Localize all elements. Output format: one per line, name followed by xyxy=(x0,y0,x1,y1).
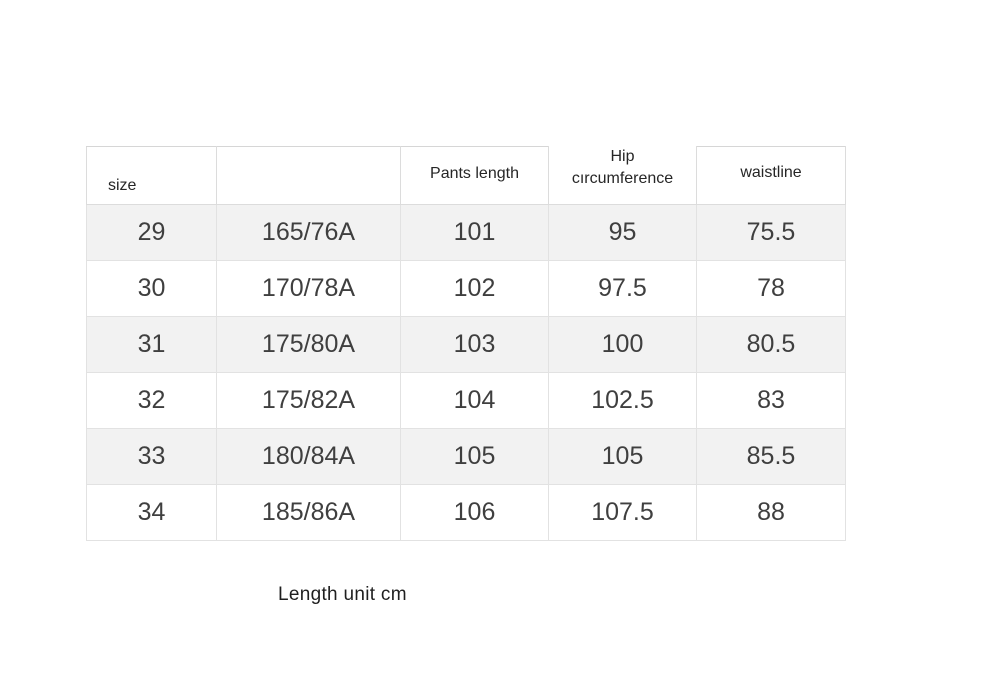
table-body: 29 165/76A 101 95 75.5 30 170/78A 102 97… xyxy=(86,204,846,541)
cell-pants-length: 104 xyxy=(400,372,549,429)
cell-height-weight: 185/86A xyxy=(216,484,401,541)
cell-waistline: 85.5 xyxy=(696,428,846,485)
cell-height-weight: 170/78A xyxy=(216,260,401,317)
cell-hip-circumference: 95 xyxy=(548,204,697,261)
cell-height-weight: 180/84A xyxy=(216,428,401,485)
cell-size: 32 xyxy=(86,372,217,429)
cell-pants-length: 102 xyxy=(400,260,549,317)
cell-waistline: 83 xyxy=(696,372,846,429)
cell-pants-length: 101 xyxy=(400,204,549,261)
hip-header-line-2: cırcumference xyxy=(571,169,674,187)
cell-waistline: 80.5 xyxy=(696,316,846,373)
cell-waistline: 78 xyxy=(696,260,846,317)
table-row: 29 165/76A 101 95 75.5 xyxy=(86,204,846,261)
column-header-hip-circumference: Hip cırcumference xyxy=(548,146,697,205)
cell-hip-circumference: 100 xyxy=(548,316,697,373)
cell-hip-circumference: 105 xyxy=(548,428,697,485)
column-header-height-weight xyxy=(216,146,401,205)
cell-height-weight: 175/80A xyxy=(216,316,401,373)
cell-size: 29 xyxy=(86,204,217,261)
table-header: size Pants length Hip cırcumference wais… xyxy=(86,146,846,205)
table-row: 34 185/86A 106 107.5 88 xyxy=(86,484,846,541)
cell-pants-length: 105 xyxy=(400,428,549,485)
hip-header-line-1: Hip xyxy=(610,148,635,166)
cell-waistline: 75.5 xyxy=(696,204,846,261)
cell-size: 34 xyxy=(86,484,217,541)
cell-hip-circumference: 102.5 xyxy=(548,372,697,429)
cell-hip-circumference: 107.5 xyxy=(548,484,697,541)
cell-size: 33 xyxy=(86,428,217,485)
size-chart-page: size Pants length Hip cırcumference wais… xyxy=(0,0,1000,696)
cell-height-weight: 175/82A xyxy=(216,372,401,429)
cell-pants-length: 106 xyxy=(400,484,549,541)
table-row: 31 175/80A 103 100 80.5 xyxy=(86,316,846,373)
cell-pants-length: 103 xyxy=(400,316,549,373)
cell-size: 31 xyxy=(86,316,217,373)
table-row: 33 180/84A 105 105 85.5 xyxy=(86,428,846,485)
column-header-pants-length: Pants length xyxy=(400,146,549,205)
length-unit-note: Length unit cm xyxy=(278,584,407,605)
cell-height-weight: 165/76A xyxy=(216,204,401,261)
column-header-hip-circumference-text: Hip cırcumference xyxy=(549,146,696,189)
size-chart-table: size Pants length Hip cırcumference wais… xyxy=(86,146,846,541)
table-row: 30 170/78A 102 97.5 78 xyxy=(86,260,846,317)
size-chart-table-container: size Pants length Hip cırcumference wais… xyxy=(86,146,846,541)
table-row: 32 175/82A 104 102.5 83 xyxy=(86,372,846,429)
cell-waistline: 88 xyxy=(696,484,846,541)
cell-size: 30 xyxy=(86,260,217,317)
table-header-row: size Pants length Hip cırcumference wais… xyxy=(86,146,846,205)
column-header-waistline: waistline xyxy=(696,146,846,205)
cell-hip-circumference: 97.5 xyxy=(548,260,697,317)
column-header-size: size xyxy=(86,146,217,205)
